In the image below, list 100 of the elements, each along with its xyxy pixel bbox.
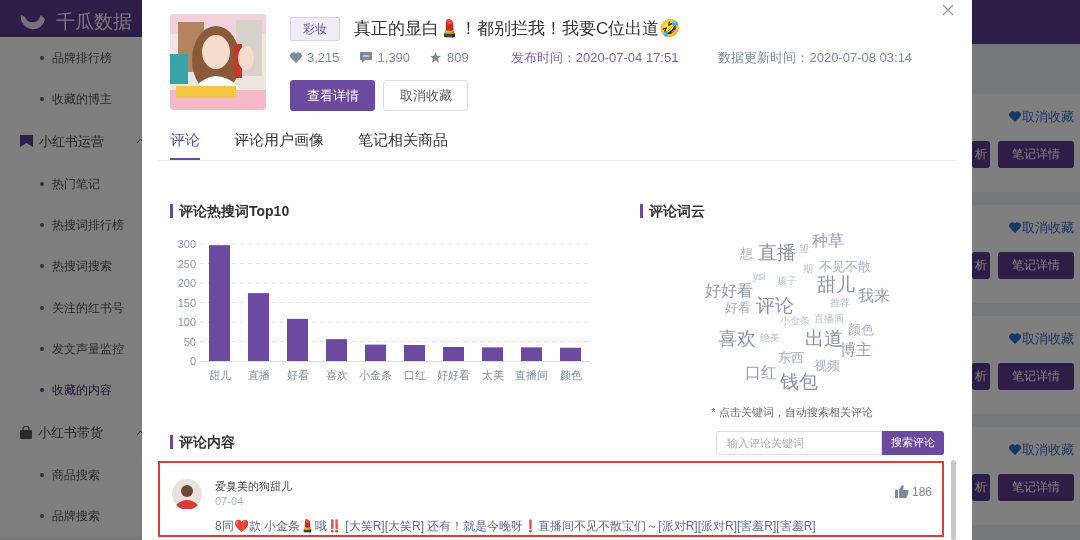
cloud-word[interactable]: 绝美 bbox=[760, 332, 780, 343]
publish-time: 发布时间：2020-07-04 17:51 bbox=[510, 48, 679, 67]
comment-date: 07-04 bbox=[215, 493, 245, 508]
axis-label: 100 bbox=[177, 315, 196, 328]
category-label: 甜儿 bbox=[208, 368, 231, 381]
category-label: 小金条 bbox=[359, 368, 392, 381]
cloud-word[interactable]: 博主 bbox=[840, 341, 872, 358]
ribbon-icon bbox=[20, 135, 33, 148]
bar bbox=[287, 318, 308, 361]
cloud-word[interactable]: 钱包 bbox=[780, 371, 818, 391]
bar bbox=[560, 347, 581, 361]
sidebar-item[interactable]: 品牌搜索 bbox=[52, 507, 100, 526]
sidebar-item[interactable]: 热搜词排行榜 bbox=[52, 216, 124, 235]
cloud-word[interactable]: 不见不散 bbox=[819, 259, 871, 273]
card-button[interactable]: 析 bbox=[972, 473, 990, 501]
sidebar-item[interactable]: 关注的红书号 bbox=[52, 298, 124, 317]
chevron-icon[interactable] bbox=[136, 429, 145, 436]
cloud-word[interactable]: 好看 bbox=[725, 300, 751, 314]
card-button[interactable]: 笔记详情 bbox=[998, 251, 1074, 279]
heart-icon bbox=[290, 51, 302, 63]
bar bbox=[404, 344, 425, 361]
bar bbox=[482, 346, 503, 361]
cloud-word[interactable]: 视频 bbox=[814, 358, 840, 372]
details-button[interactable]: 查看详情 bbox=[290, 80, 375, 111]
cloud-word[interactable]: 颜色 bbox=[848, 322, 874, 336]
bar bbox=[365, 344, 386, 361]
unfavorite-button[interactable]: 取消收藏 bbox=[383, 80, 468, 111]
card-button[interactable]: 笔记详情 bbox=[998, 362, 1074, 390]
avatar bbox=[172, 478, 202, 509]
heart-icon bbox=[1009, 111, 1021, 123]
card-button[interactable]: 析 bbox=[972, 362, 990, 390]
category-tag: 彩妆 bbox=[290, 16, 340, 41]
cloud-word[interactable]: 口红 bbox=[745, 364, 777, 381]
sidebar-item[interactable]: 收藏的博主 bbox=[52, 89, 112, 108]
thumbs-up-icon[interactable] bbox=[894, 485, 909, 498]
cloud-word[interactable]: 东西 bbox=[778, 350, 804, 364]
note-title: 真正的显白💄！都别拦我！我要C位出道🤣 bbox=[354, 18, 681, 40]
bar bbox=[326, 338, 347, 361]
heart-icon bbox=[1009, 222, 1021, 234]
cloud-word[interactable]: 我来 bbox=[858, 287, 890, 304]
hint-text: * 点击关键词，自动搜索相关评论 bbox=[711, 405, 873, 418]
unfavorite-link[interactable]: 取消收藏 bbox=[1022, 440, 1074, 460]
star-icon bbox=[430, 51, 442, 63]
bar bbox=[443, 346, 464, 361]
cloud-word[interactable]: 望 bbox=[799, 243, 809, 254]
cloud-word[interactable]: 评论 bbox=[756, 295, 794, 315]
cloud-word[interactable]: 喜欢 bbox=[718, 328, 756, 348]
unfavorite-link[interactable]: 取消收藏 bbox=[1022, 107, 1074, 127]
axis-label: 0 bbox=[189, 354, 196, 367]
scrollbar[interactable] bbox=[951, 460, 956, 540]
tab[interactable]: 评论 bbox=[170, 129, 200, 160]
comment-author[interactable]: 爱臭美的狗甜儿 bbox=[215, 478, 292, 493]
update-time: 数据更新时间：2020-07-08 03:14 bbox=[718, 48, 913, 67]
tab[interactable]: 笔记相关商品 bbox=[358, 129, 448, 160]
heart-icon bbox=[1009, 444, 1021, 456]
cloud-word[interactable]: 甜儿 bbox=[817, 274, 855, 294]
cloud-word[interactable]: 好好看 bbox=[705, 282, 753, 299]
axis-label: 300 bbox=[177, 237, 196, 250]
category-label: 好看 bbox=[286, 368, 309, 381]
search-button[interactable]: 搜索评论 bbox=[882, 430, 944, 455]
axis-label: 250 bbox=[177, 257, 196, 269]
sidebar-section[interactable]: 小红书带货 bbox=[38, 422, 103, 443]
cloud-word[interactable]: 出道 bbox=[805, 328, 843, 348]
sidebar-item[interactable]: 商品搜索 bbox=[52, 466, 100, 485]
card-button[interactable]: 笔记详情 bbox=[998, 140, 1074, 168]
favorite-count: 809 bbox=[447, 48, 469, 67]
cloud-word[interactable]: ysl bbox=[753, 271, 766, 282]
cloud-word[interactable]: 种草 bbox=[812, 232, 844, 249]
cloud-word[interactable]: 期 bbox=[803, 263, 813, 274]
card-button[interactable]: 析 bbox=[972, 140, 990, 168]
like-count: 186 bbox=[911, 483, 932, 501]
sidebar-item[interactable]: 热门笔记 bbox=[52, 175, 100, 194]
cloud-word[interactable]: 推荐 bbox=[830, 297, 850, 308]
axis-label: 50 bbox=[183, 335, 196, 347]
close-icon[interactable] bbox=[942, 4, 954, 16]
sidebar-item[interactable]: 收藏的内容 bbox=[52, 380, 112, 399]
unfavorite-link[interactable]: 取消收藏 bbox=[1022, 218, 1074, 238]
cloud-word[interactable]: 孩子 bbox=[777, 275, 797, 286]
axis-label: 150 bbox=[177, 296, 196, 308]
card-button[interactable]: 笔记详情 bbox=[998, 473, 1074, 501]
chevron-icon[interactable] bbox=[136, 138, 145, 145]
card-button[interactable]: 析 bbox=[972, 251, 990, 279]
sidebar-item[interactable]: 品牌排行榜 bbox=[52, 48, 112, 67]
bar bbox=[248, 292, 269, 361]
section-title: 评论内容 bbox=[179, 432, 235, 452]
axis-label: 200 bbox=[177, 276, 196, 289]
sidebar-item[interactable]: 发文声量监控 bbox=[52, 339, 124, 358]
sidebar-section[interactable]: 小红书运营 bbox=[39, 131, 104, 152]
cloud-word[interactable]: 小金条 bbox=[780, 315, 810, 326]
search-field[interactable]: 输入评论关键词 bbox=[716, 430, 882, 455]
category-label: 口红 bbox=[403, 368, 426, 381]
cloud-word[interactable]: 想 bbox=[740, 246, 753, 260]
unfavorite-link[interactable]: 取消收藏 bbox=[1022, 329, 1074, 349]
logo-text: 千瓜数据 bbox=[56, 9, 132, 34]
like-count: 3,215 bbox=[307, 48, 340, 67]
category-label: 直播 bbox=[247, 368, 270, 381]
tab[interactable]: 评论用户画像 bbox=[234, 129, 324, 160]
section-title: 评论词云 bbox=[649, 201, 705, 221]
cloud-word[interactable]: 直播 bbox=[758, 242, 796, 262]
sidebar-item[interactable]: 热搜词搜索 bbox=[52, 257, 112, 276]
